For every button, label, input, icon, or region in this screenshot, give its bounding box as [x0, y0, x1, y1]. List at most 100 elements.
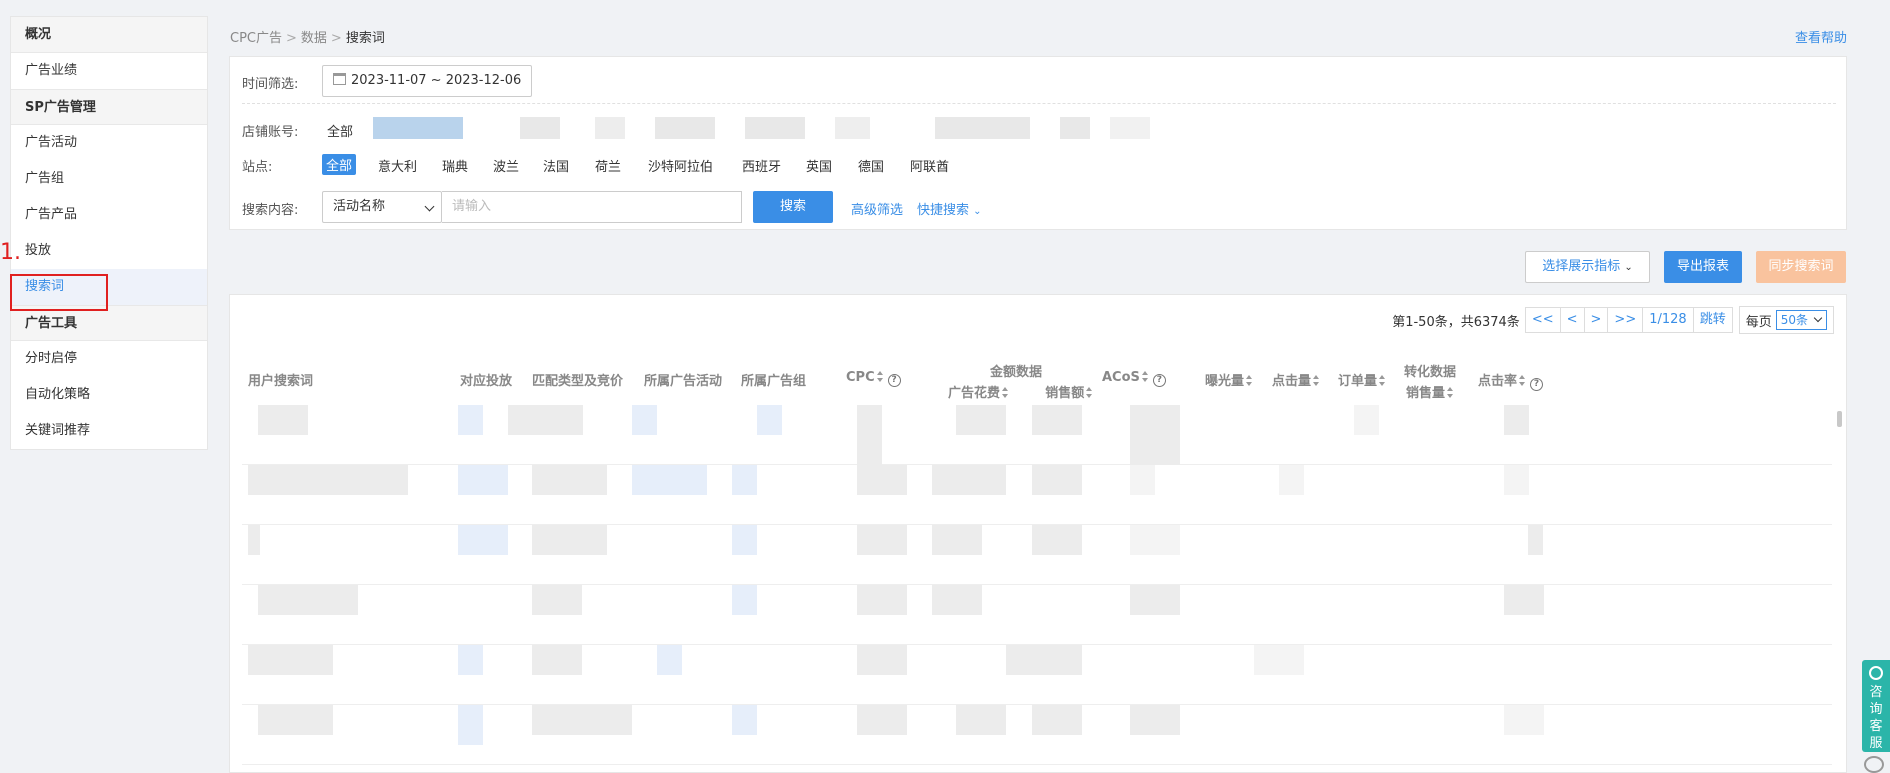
- table-row[interactable]: [242, 705, 1832, 765]
- shop-option-redacted[interactable]: [745, 117, 805, 139]
- redacted-cell: [1130, 405, 1180, 465]
- shop-option-redacted[interactable]: [835, 117, 870, 139]
- per-page-select[interactable]: 50条: [1775, 310, 1827, 330]
- next-page-button[interactable]: >: [1583, 307, 1609, 333]
- prev-page-button[interactable]: <: [1559, 307, 1585, 333]
- sidebar-item-ad-groups[interactable]: 广告组: [11, 161, 207, 197]
- redacted-cell: [532, 465, 607, 495]
- shop-option-redacted[interactable]: [595, 117, 625, 139]
- redacted-cell: [1032, 705, 1082, 735]
- sidebar-group-overview: 概况: [11, 17, 207, 53]
- redacted-cell: [857, 645, 907, 675]
- breadcrumb-cpc[interactable]: CPC广告: [230, 31, 282, 46]
- sidebar-item-ad-products[interactable]: 广告产品: [11, 197, 207, 233]
- pagination-summary: 第1-50条，共6374条: [1392, 314, 1520, 330]
- sync-search-terms-button[interactable]: 同步搜索词: [1756, 251, 1846, 283]
- shop-option-all[interactable]: 全部: [327, 121, 353, 140]
- search-input[interactable]: 请输入: [442, 191, 742, 223]
- shop-option-redacted[interactable]: [655, 117, 715, 139]
- shop-option-redacted[interactable]: [1060, 117, 1090, 139]
- help-circle-icon[interactable]: ?: [1530, 378, 1544, 391]
- table-row[interactable]: [242, 525, 1832, 585]
- redacted-cell: [932, 585, 982, 615]
- col-cpc[interactable]: CPC?: [846, 370, 901, 387]
- sidebar-item-dayparting[interactable]: 分时启停: [11, 341, 207, 377]
- last-page-button[interactable]: >>: [1607, 307, 1644, 333]
- sort-icon[interactable]: [1002, 387, 1009, 398]
- sort-icon[interactable]: [1447, 387, 1454, 398]
- site-option-uae[interactable]: 阿联酋: [910, 156, 949, 175]
- sort-icon[interactable]: [1313, 375, 1320, 386]
- consult-char: 服: [1869, 736, 1883, 751]
- site-option-spain[interactable]: 西班牙: [742, 156, 781, 175]
- chevron-down-icon: [424, 201, 435, 212]
- page-indicator[interactable]: 1/128: [1642, 307, 1694, 333]
- chevron-down-icon: ⌄: [1624, 262, 1633, 273]
- divider: [242, 103, 1836, 104]
- redacted-cell: [657, 645, 682, 675]
- advanced-filter-link[interactable]: 高级筛选: [851, 199, 903, 218]
- col-orders-label: 订单量: [1338, 374, 1378, 389]
- choose-metrics-button[interactable]: 选择展示指标 ⌄: [1525, 251, 1650, 283]
- shop-option-redacted[interactable]: [373, 117, 463, 139]
- table-row[interactable]: [242, 465, 1832, 525]
- annotation-box-1: [10, 274, 108, 311]
- site-option-poland[interactable]: 波兰: [493, 156, 519, 175]
- breadcrumb-data[interactable]: 数据: [301, 31, 327, 46]
- table-row[interactable]: [242, 645, 1832, 705]
- col-units[interactable]: 销售量: [1390, 382, 1470, 401]
- redacted-cell: [632, 465, 707, 495]
- scroll-top-icon[interactable]: [1864, 756, 1884, 773]
- col-orders[interactable]: 订单量: [1338, 370, 1386, 389]
- site-option-uk[interactable]: 英国: [806, 156, 832, 175]
- site-option-sweden[interactable]: 瑞典: [442, 156, 468, 175]
- breadcrumb-sep: >: [286, 31, 297, 46]
- col-spend[interactable]: 广告花费: [948, 386, 1009, 401]
- col-sales[interactable]: 销售额: [1045, 386, 1093, 401]
- customer-service-button[interactable]: 咨 询 客 服: [1862, 660, 1890, 752]
- site-option-all[interactable]: 全部: [322, 154, 357, 175]
- sidebar-item-campaigns[interactable]: 广告活动: [11, 125, 207, 161]
- site-option-france[interactable]: 法国: [543, 156, 569, 175]
- sort-icon[interactable]: [876, 371, 884, 382]
- redacted-cell: [857, 585, 907, 615]
- table-row[interactable]: [242, 405, 1832, 465]
- vertical-scrollbar[interactable]: [1837, 411, 1842, 427]
- col-clicks[interactable]: 点击量: [1272, 370, 1320, 389]
- shop-option-redacted[interactable]: [1110, 117, 1150, 139]
- redacted-cell: [1354, 405, 1379, 435]
- redacted-cell: [1130, 465, 1155, 495]
- jump-button[interactable]: 跳转: [1692, 307, 1733, 333]
- redacted-cell: [248, 465, 408, 495]
- sort-icon[interactable]: [1519, 375, 1526, 386]
- help-link[interactable]: 查看帮助: [1795, 27, 1847, 46]
- sort-icon[interactable]: [1086, 387, 1093, 398]
- col-group-amount-subs: 广告花费 销售额: [948, 382, 1093, 401]
- col-ctr[interactable]: 点击率?: [1478, 370, 1544, 391]
- site-option-saudi[interactable]: 沙特阿拉伯: [648, 156, 713, 175]
- site-option-germany[interactable]: 德国: [858, 156, 884, 175]
- first-page-button[interactable]: <<: [1524, 307, 1561, 333]
- col-acos[interactable]: ACoS?: [1102, 370, 1166, 387]
- shop-option-redacted[interactable]: [935, 117, 1030, 139]
- shop-option-redacted[interactable]: [520, 117, 560, 139]
- sidebar-item-keyword-recommend[interactable]: 关键词推荐: [11, 413, 207, 449]
- search-button[interactable]: 搜索: [753, 191, 833, 223]
- site-option-italy[interactable]: 意大利: [378, 156, 417, 175]
- help-circle-icon[interactable]: ?: [887, 374, 901, 387]
- redacted-cell: [1032, 405, 1082, 435]
- quick-search-link[interactable]: 快捷搜索 ⌄: [917, 199, 982, 218]
- date-range-picker[interactable]: 2023-11-07 ~ 2023-12-06: [322, 65, 532, 97]
- site-option-netherlands[interactable]: 荷兰: [595, 156, 621, 175]
- help-circle-icon[interactable]: ?: [1152, 374, 1166, 387]
- sort-icon[interactable]: [1246, 375, 1253, 386]
- export-report-button[interactable]: 导出报表: [1664, 251, 1742, 283]
- sidebar-item-targeting[interactable]: 投放: [11, 233, 207, 269]
- search-type-select[interactable]: 活动名称: [322, 191, 442, 223]
- table-row[interactable]: [242, 585, 1832, 645]
- sort-icon[interactable]: [1379, 375, 1386, 386]
- sidebar-item-automation[interactable]: 自动化策略: [11, 377, 207, 413]
- sidebar-item-ad-performance[interactable]: 广告业绩: [11, 53, 207, 89]
- sort-icon[interactable]: [1141, 371, 1149, 382]
- col-impressions[interactable]: 曝光量: [1205, 370, 1253, 389]
